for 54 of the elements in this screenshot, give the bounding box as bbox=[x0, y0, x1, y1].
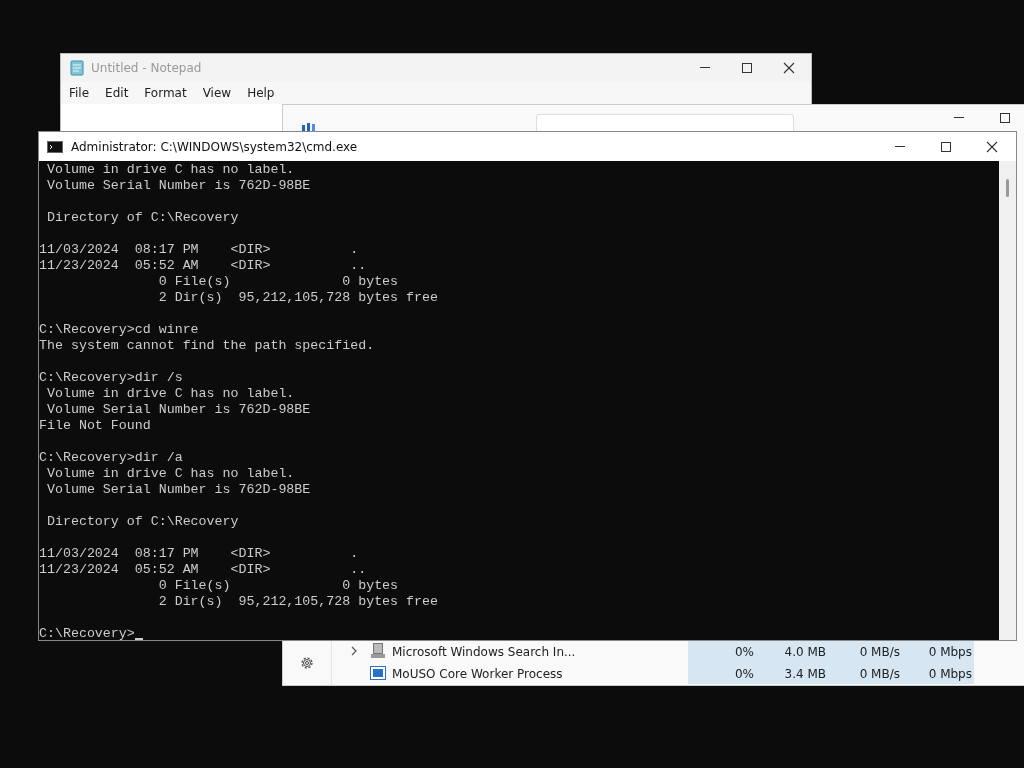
terminal-line: 11/23/2024 05:52 AM <DIR> .. bbox=[39, 258, 368, 274]
terminal-line: 11/03/2024 08:17 PM <DIR> . bbox=[39, 242, 360, 258]
terminal-line: Volume Serial Number is 762D-98BE bbox=[45, 402, 312, 418]
menu-item[interactable]: Edit bbox=[97, 86, 137, 100]
menu-item[interactable]: Help bbox=[239, 86, 283, 100]
terminal-line: C:\Recovery>dir /a bbox=[39, 450, 184, 466]
window-title: Untitled - Notepad bbox=[91, 61, 202, 75]
terminal-line: 0 File(s) 0 bytes bbox=[157, 578, 400, 594]
terminal-line: C:\Recovery>cd winre bbox=[39, 322, 200, 338]
menu-item[interactable]: File bbox=[61, 86, 98, 100]
terminal-line: 2 Dir(s) 95,212,105,728 bytes free bbox=[157, 594, 439, 610]
terminal-line: Volume in drive C has no label. bbox=[45, 466, 296, 482]
disk-cell: 0 MB/s bbox=[828, 640, 902, 664]
text-cursor bbox=[134, 638, 143, 640]
close-icon[interactable] bbox=[783, 62, 795, 74]
memory-cell: 3.4 MB bbox=[756, 664, 828, 684]
window-title: Administrator: C:\WINDOWS\system32\cmd.exe bbox=[71, 139, 358, 154]
scrollbar-thumb[interactable] bbox=[1006, 179, 1009, 197]
process-name: Microsoft Windows Search In... bbox=[392, 645, 577, 659]
scrollbar[interactable] bbox=[999, 161, 1016, 640]
process-name: MoUSO Core Worker Process bbox=[392, 667, 564, 681]
terminal-line: The system cannot find the path specified. bbox=[39, 338, 376, 354]
chevron-icon[interactable] bbox=[350, 646, 358, 656]
app-window-icon bbox=[370, 665, 386, 680]
terminal-icon bbox=[47, 140, 63, 153]
terminal-line: 11/23/2024 05:52 AM <DIR> .. bbox=[39, 562, 368, 578]
notepad-icon bbox=[69, 60, 85, 76]
server-icon bbox=[370, 643, 386, 658]
memory-cell: 4.0 MB bbox=[756, 640, 828, 664]
disk-cell: 0 MB/s bbox=[828, 664, 902, 684]
terminal-line: Volume in drive C has no label. bbox=[45, 386, 296, 402]
close-icon[interactable] bbox=[986, 140, 998, 153]
network-cell: 0 Mbps bbox=[902, 640, 974, 664]
network-cell: 0 Mbps bbox=[902, 664, 974, 684]
terminal-line: C:\Recovery>dir /s bbox=[39, 370, 184, 386]
terminal-line: 11/03/2024 08:17 PM <DIR> . bbox=[39, 546, 360, 562]
menu-item[interactable]: Format bbox=[136, 86, 195, 100]
menu-item[interactable]: View bbox=[194, 86, 240, 100]
cpu-cell: 0% bbox=[688, 664, 756, 684]
maximize-icon[interactable] bbox=[999, 112, 1011, 124]
terminal-line: Directory of C:\Recovery bbox=[45, 514, 240, 530]
terminal-line: Volume in drive C has no label. bbox=[45, 162, 296, 178]
terminal-prompt: C:\Recovery> bbox=[39, 626, 135, 640]
terminal-line: Volume Serial Number is 762D-98BE bbox=[45, 178, 312, 194]
app-icon bbox=[301, 123, 317, 131]
terminal-line: 2 Dir(s) 95,212,105,728 bytes free bbox=[157, 290, 439, 306]
terminal-line: 0 File(s) 0 bytes bbox=[157, 274, 400, 290]
terminal-line: File Not Found bbox=[39, 418, 152, 434]
maximize-icon[interactable] bbox=[741, 62, 753, 74]
cpu-cell: 0% bbox=[688, 640, 756, 664]
settings-icon[interactable] bbox=[299, 655, 315, 671]
maximize-icon[interactable] bbox=[940, 140, 952, 153]
terminal-line: Directory of C:\Recovery bbox=[45, 210, 240, 226]
terminal-line: Volume Serial Number is 762D-98BE bbox=[45, 482, 312, 498]
